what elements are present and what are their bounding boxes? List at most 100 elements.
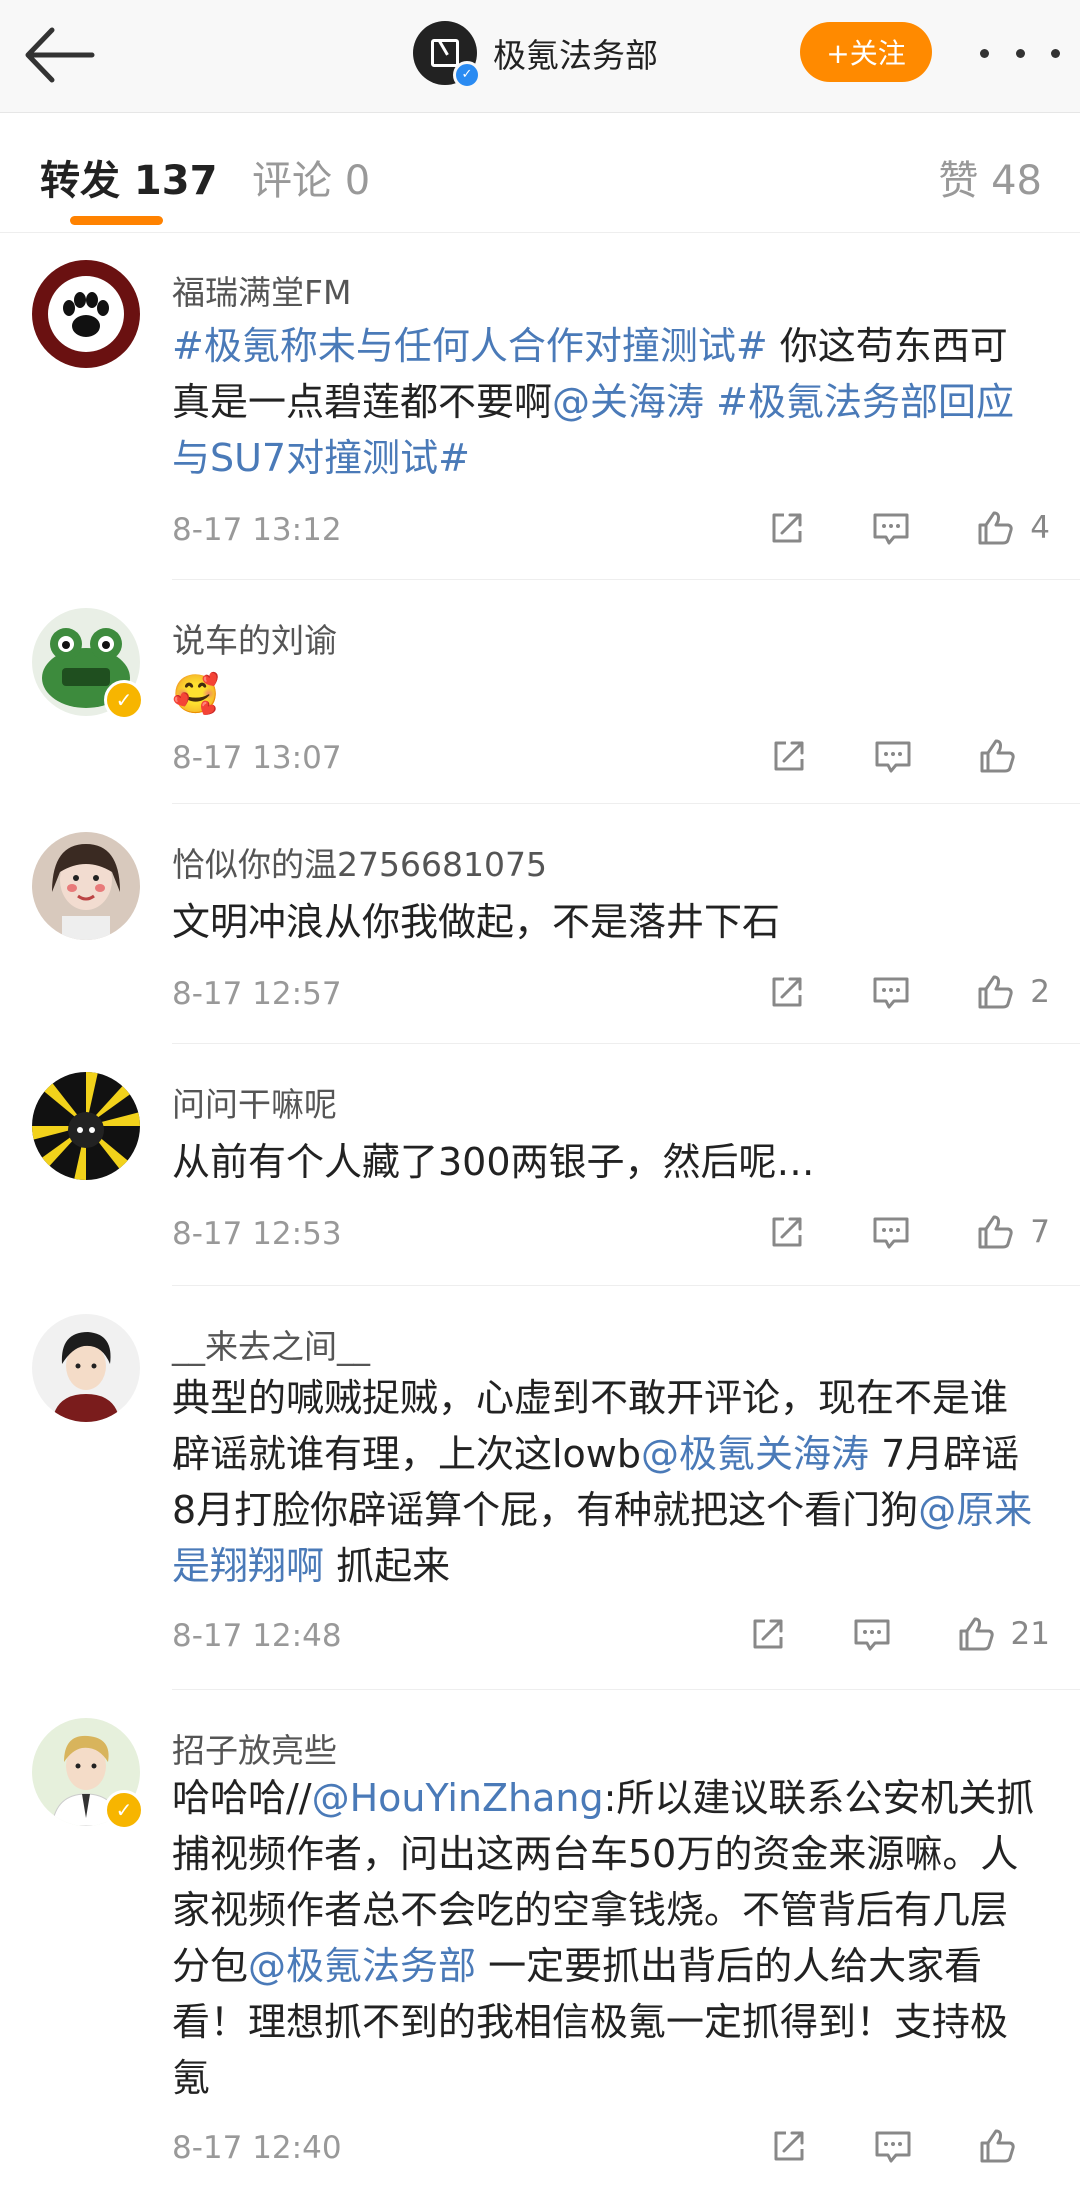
repost-button[interactable] [768,735,810,777]
thumbs-up-icon [976,2125,1018,2167]
mention-link[interactable]: @关海涛 [552,380,704,424]
comment-text-segment: 从前有个人藏了300两银子，然后呢… [172,1140,815,1184]
active-tab-indicator [70,216,163,225]
tab-comment[interactable]: 评论 0 [252,148,370,206]
avatar[interactable] [32,1072,140,1180]
like-button[interactable]: 4 [974,507,1050,549]
comment-text: 从前有个人藏了300两银子，然后呢… [172,1134,1042,1190]
repost-icon [747,1613,789,1655]
avatar[interactable] [32,260,140,368]
comment-text: 典型的喊贼捉贼，心虚到不敢开评论，现在不是谁辟谣就谁有理，上次这lowb@极氪关… [172,1370,1042,1594]
username[interactable]: 福瑞满堂FM [172,266,351,314]
comment-text: 🥰 [172,666,1042,722]
list-item: 问问干嘛呢 从前有个人藏了300两银子，然后呢… 8-17 12:53 7 [0,1044,1080,1286]
like-button[interactable] [976,2125,1050,2167]
comment-text-segment: 哈哈哈// [172,1776,312,1820]
action-bar [706,2122,1050,2170]
like-button[interactable]: 7 [974,1211,1050,1253]
comment-time: 8-17 12:53 [172,1216,342,1252]
like-button[interactable]: 2 [974,971,1050,1013]
comment-button[interactable] [851,1613,893,1655]
comment-time: 8-17 13:07 [172,740,342,776]
tab-repost[interactable]: 转发 137 [40,148,217,206]
back-arrow-icon[interactable] [20,22,100,88]
mention-link[interactable]: @极氪关海涛 [641,1432,869,1476]
username[interactable]: 说车的刘谕 [172,614,337,662]
comment-time: 8-17 12:40 [172,2130,342,2166]
comment-text-segment: 文明冲浪从你我做起，不是落井下石 [172,900,781,944]
repost-button[interactable] [766,507,808,549]
tab-like[interactable]: 赞 48 [938,148,1042,206]
repost-icon [768,2125,810,2167]
action-bar: 21 [685,1610,1050,1658]
list-item: __来去之间__ 典型的喊贼捉贼，心虚到不敢开评论，现在不是谁辟谣就谁有理，上次… [0,1286,1080,1690]
page-header: ✓ 极氪法务部 [413,18,658,89]
mention-link[interactable]: @极氪法务部 [248,1944,476,1988]
like-count: 2 [1030,974,1050,1010]
hashtag-link[interactable]: #极氪称未与任何人合作对撞测试# [172,324,768,368]
more-options-icon[interactable] [980,36,1060,70]
sunburst-avatar [32,1072,140,1180]
avatar[interactable]: ✓ [32,608,144,720]
comment-text: #极氪称未与任何人合作对撞测试# 你这苟东西可真是一点碧莲都不要啊@关海涛 #极… [172,318,1042,486]
comment-text-segment [704,380,716,424]
comment-icon [870,1211,912,1253]
comment-icon [870,971,912,1013]
thumbs-up-icon [974,1211,1016,1253]
comment-text-segment: 🥰 [172,672,220,716]
thumbs-up-icon [974,507,1016,549]
like-count: 4 [1030,510,1050,546]
follow-button[interactable]: +关注 [800,22,932,82]
comment-icon [872,2125,914,2167]
brand-logo-icon [431,39,459,67]
repost-icon [766,507,808,549]
profile-photo [52,844,120,940]
comment-icon [851,1613,893,1655]
comment-icon [872,735,914,777]
verified-badge-icon: ✓ [453,61,481,89]
comment-button[interactable] [870,1211,912,1253]
comment-icon [870,507,912,549]
repost-button[interactable] [768,2125,810,2167]
comment-button[interactable] [870,507,912,549]
thumbs-up-icon [976,735,1018,777]
repost-icon [766,971,808,1013]
repost-button[interactable] [747,1613,789,1655]
comment-time: 8-17 12:48 [172,1618,342,1654]
comment-text: 哈哈哈//@HouYinZhang:所以建议联系公安机关抓捕视频作者，问出这两台… [172,1770,1042,2106]
username[interactable]: __来去之间__ [172,1320,370,1368]
thumbs-up-icon [974,971,1016,1013]
repost-button[interactable] [766,971,808,1013]
mention-link[interactable]: @HouYinZhang [312,1776,604,1820]
list-item: ✓ 说车的刘谕 🥰 8-17 13:07 [0,580,1080,804]
paw-icon [48,276,124,352]
username[interactable]: 问问干嘛呢 [172,1078,337,1126]
top-bar: ✓ 极氪法务部 +关注 [0,0,1080,113]
tab-bar: 转发 137 评论 0 赞 48 [0,112,1080,233]
list-item: 恰似你的温2756681075 文明冲浪从你我做起，不是落井下石 8-17 12… [0,804,1080,1044]
comment-button[interactable] [872,735,914,777]
username[interactable]: 恰似你的温2756681075 [172,838,547,886]
list-item: ✓ 招子放亮些 哈哈哈//@HouYinZhang:所以建议联系公安机关抓捕视频… [0,1690,1080,2192]
list-item: 福瑞满堂FM #极氪称未与任何人合作对撞测试# 你这苟东西可真是一点碧莲都不要啊… [0,232,1080,580]
avatar[interactable]: ✓ [32,1718,144,1830]
repost-button[interactable] [766,1211,808,1253]
comment-text-segment: 抓起来 [324,1544,451,1588]
action-bar: 2 [704,968,1050,1016]
action-bar [706,732,1050,780]
page-avatar[interactable]: ✓ [413,21,481,89]
page-title: 极氪法务部 [493,36,658,75]
repost-icon [766,1211,808,1253]
verified-badge-icon: ✓ [104,1790,144,1830]
comment-time: 8-17 13:12 [172,512,342,548]
thumbs-up-icon [955,1613,997,1655]
action-bar: 7 [704,1208,1050,1256]
username[interactable]: 招子放亮些 [172,1724,337,1772]
comment-button[interactable] [870,971,912,1013]
comment-button[interactable] [872,2125,914,2167]
avatar[interactable] [32,1314,140,1422]
like-button[interactable] [976,735,1050,777]
avatar[interactable] [32,832,140,940]
repost-icon [768,735,810,777]
like-button[interactable]: 21 [955,1613,1050,1655]
